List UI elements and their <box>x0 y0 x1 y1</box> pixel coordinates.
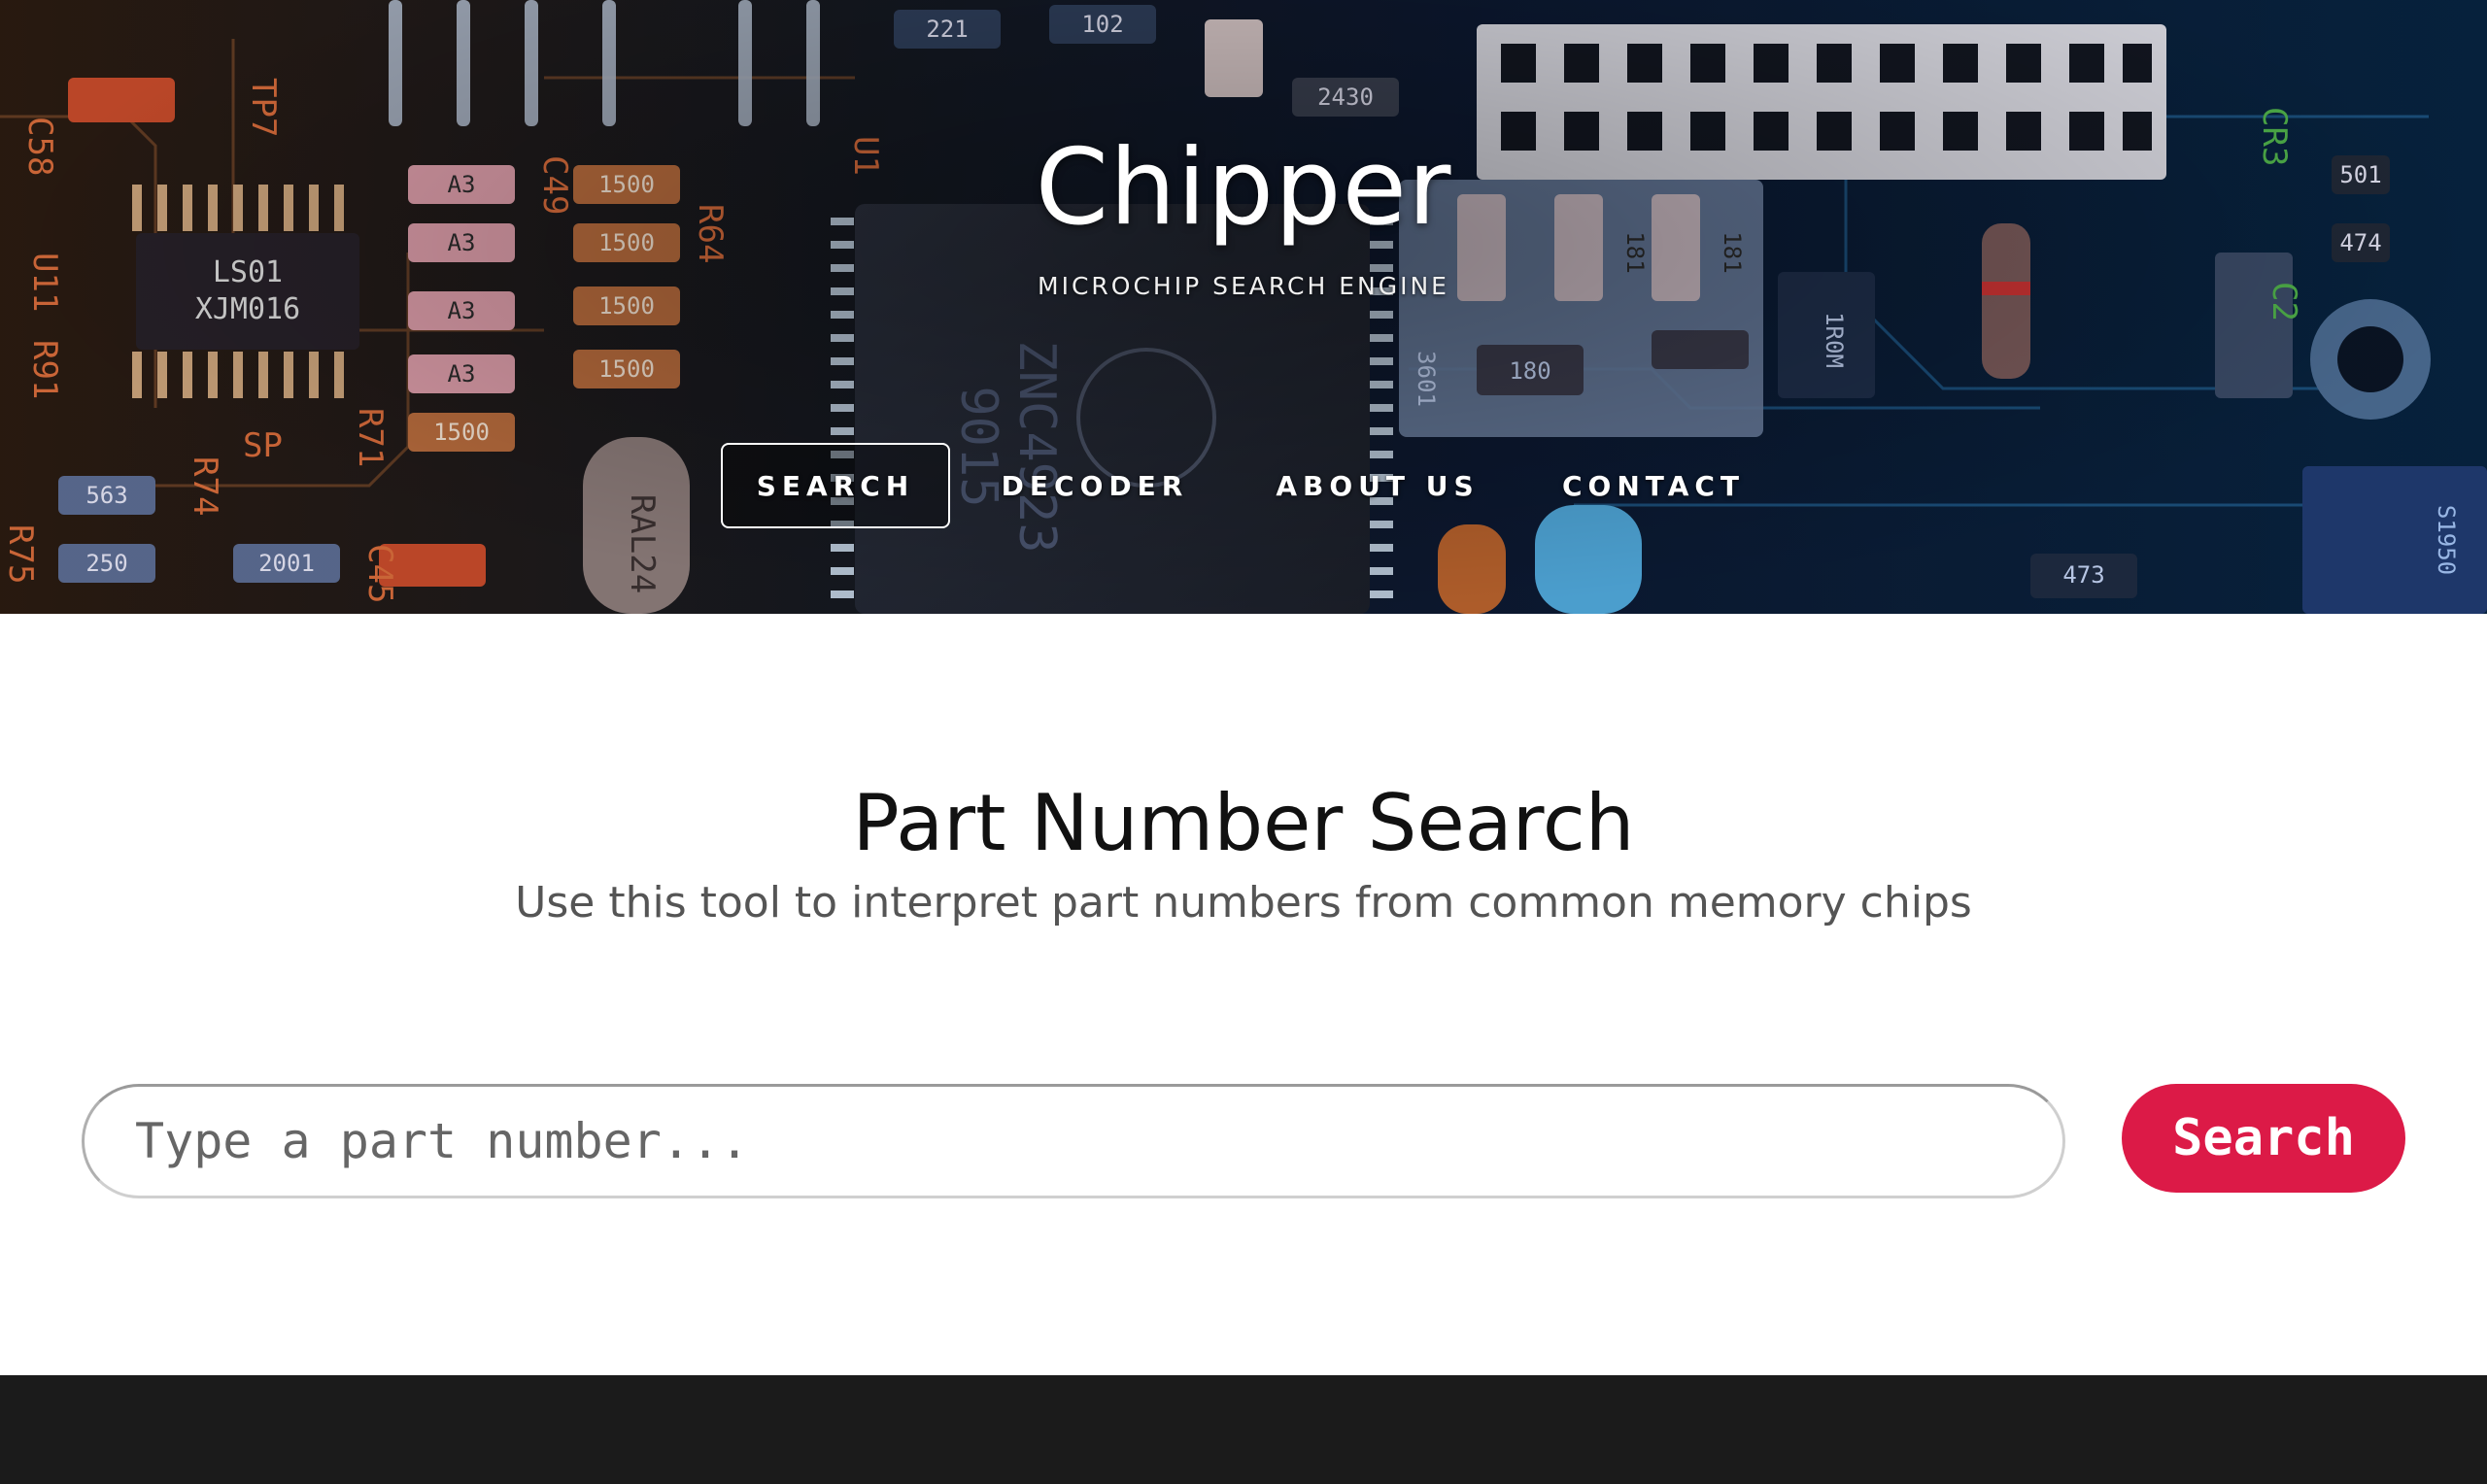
resistor-value: 250 <box>85 550 127 577</box>
nav-item-label: ABOUT US <box>1276 469 1480 502</box>
search-button[interactable]: Search <box>2122 1084 2405 1193</box>
resistor-value: 180 <box>1509 357 1550 385</box>
site-tagline: MICROCHIP SEARCH ENGINE <box>1038 272 1449 300</box>
hero-banner: LS01 XJM016 RAL24 ZNC4923 9015 C58 TP7 U… <box>0 0 2487 614</box>
resistor-value: 102 <box>1081 11 1123 38</box>
nav-item-contact[interactable]: CONTACT <box>1549 443 1758 528</box>
silk-label: TP7 <box>244 78 283 137</box>
page-subtitle: Use this tool to interpret part numbers … <box>515 878 1972 928</box>
resistor-value: 1500 <box>598 355 655 383</box>
main-nav: SEARCH DECODER ABOUT US CONTACT <box>0 443 2487 530</box>
part-number-search-input[interactable] <box>82 1084 2065 1198</box>
nav-item-search[interactable]: SEARCH <box>721 443 950 528</box>
site-title[interactable]: Chipper <box>0 136 2487 241</box>
page-footer <box>0 1375 2487 1484</box>
resistor-value: A3 <box>448 360 476 388</box>
silk-label: R75 <box>1 524 40 584</box>
nav-item-label: CONTACT <box>1561 469 1746 502</box>
nav-item-about-us[interactable]: ABOUT US <box>1263 443 1492 528</box>
resistor-value: 221 <box>926 16 968 43</box>
resistor-value: 1R0M <box>1821 312 1848 368</box>
silk-label: C45 <box>360 544 399 603</box>
nav-item-label: SEARCH <box>756 469 915 502</box>
resistor-value: 2001 <box>258 550 315 577</box>
nav-item-label: DECODER <box>1001 469 1189 502</box>
resistor-value: A3 <box>448 297 476 324</box>
nav-item-decoder[interactable]: DECODER <box>983 443 1207 528</box>
page-title: Part Number Search <box>852 778 1635 868</box>
resistor-value: 2430 <box>1317 84 1374 111</box>
resistor-value: 3601 <box>1413 351 1440 407</box>
resistor-value: 473 <box>2062 561 2104 589</box>
resistor-value: 1500 <box>433 419 490 446</box>
silk-label: R91 <box>25 340 64 399</box>
